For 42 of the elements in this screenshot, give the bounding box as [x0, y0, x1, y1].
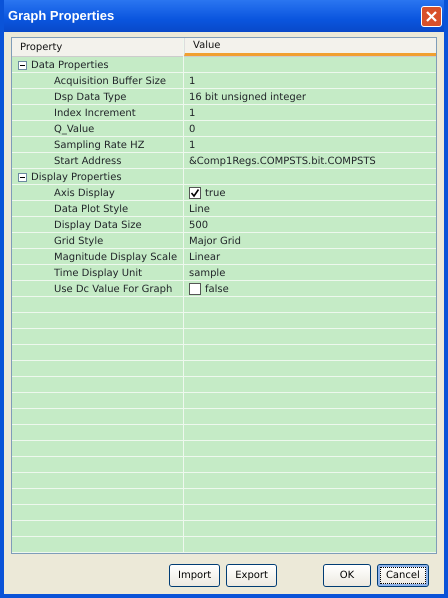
- property-name: Magnitude Display Scale: [54, 250, 178, 264]
- close-button[interactable]: [421, 6, 442, 26]
- group-label: Data Properties: [31, 58, 109, 72]
- property-value: true: [205, 186, 226, 200]
- column-header[interactable]: Property: [20, 40, 62, 54]
- property-value: 16 bit unsigned integer: [189, 90, 306, 104]
- property-value: 1: [189, 74, 196, 88]
- property-name: Data Plot Style: [54, 202, 128, 216]
- window-title: Graph Properties: [8, 7, 114, 26]
- collapse-toggle[interactable]: [18, 60, 27, 70]
- group-label: Display Properties: [31, 170, 122, 184]
- property-value: 1: [189, 106, 196, 120]
- property-value: false: [205, 282, 229, 296]
- checkmark-icon: [190, 188, 200, 198]
- property-value: 0: [189, 122, 196, 136]
- property-name: Grid Style: [54, 234, 104, 248]
- property-name: Axis Display: [54, 186, 115, 200]
- property-name: Dsp Data Type: [54, 90, 126, 104]
- column-header[interactable]: Value: [193, 38, 220, 53]
- property-name: Time Display Unit: [54, 266, 142, 280]
- dialog-button[interactable]: Import: [169, 564, 220, 586]
- close-icon: [426, 10, 437, 22]
- property-name: Index Increment: [54, 106, 136, 120]
- property-name: Q_Value: [54, 122, 94, 136]
- property-value: Line: [189, 202, 210, 216]
- collapse-toggle[interactable]: [18, 172, 27, 182]
- property-value: sample: [189, 266, 226, 280]
- property-name: Display Data Size: [54, 218, 142, 232]
- dialog-button[interactable]: OK: [322, 564, 371, 586]
- property-name: Acquisition Buffer Size: [54, 74, 166, 88]
- property-value: 500: [189, 218, 208, 232]
- property-value: Linear: [189, 250, 220, 264]
- property-value: &Comp1Regs.COMPSTS.bit.COMPSTS: [189, 154, 376, 168]
- property-value: Major Grid: [189, 234, 241, 248]
- checkbox[interactable]: [189, 283, 201, 295]
- property-value: 1: [189, 138, 196, 152]
- dialog-button[interactable]: Cancel: [376, 564, 429, 586]
- property-name: Start Address: [54, 154, 122, 168]
- dialog-button[interactable]: Export: [226, 564, 277, 586]
- property-name: Use Dc Value For Graph: [54, 282, 172, 296]
- checkbox[interactable]: [189, 187, 201, 199]
- property-name: Sampling Rate HZ: [54, 138, 144, 152]
